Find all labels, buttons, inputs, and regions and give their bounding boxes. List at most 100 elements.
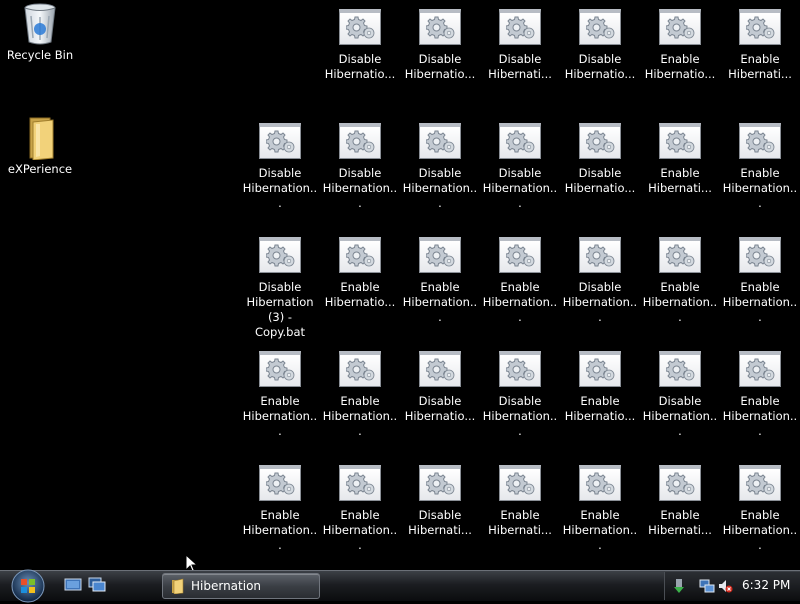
batch-file-shortcut[interactable]: Enable Hibernation... bbox=[722, 234, 798, 342]
batch-file-label: Disable Hibernatio... bbox=[564, 166, 636, 195]
network-icon[interactable] bbox=[699, 578, 715, 594]
batch-file-shortcut[interactable]: Enable Hibernation... bbox=[322, 348, 398, 456]
batch-file-icon bbox=[256, 348, 304, 388]
batch-file-icon bbox=[416, 120, 464, 160]
batch-file-icon bbox=[656, 234, 704, 274]
batch-file-icon bbox=[736, 120, 784, 160]
batch-file-icon bbox=[656, 348, 704, 388]
volume-muted-icon[interactable] bbox=[717, 578, 733, 594]
folder-icon bbox=[172, 578, 184, 594]
batch-file-icon bbox=[736, 348, 784, 388]
batch-file-shortcut[interactable]: Disable Hibernation... bbox=[562, 234, 638, 342]
batch-file-label: Enable Hibernation... bbox=[482, 280, 558, 324]
switch-windows-icon[interactable] bbox=[88, 577, 106, 593]
batch-file-icon bbox=[576, 6, 624, 46]
batch-file-shortcut[interactable]: Disable Hibernatio... bbox=[562, 120, 638, 228]
batch-file-shortcut[interactable]: Disable Hibernation... bbox=[242, 120, 318, 228]
batch-file-shortcut[interactable]: Disable Hibernati... bbox=[482, 6, 558, 114]
batch-file-label: Enable Hibernati... bbox=[488, 508, 552, 537]
batch-file-shortcut[interactable]: Enable Hibernatio... bbox=[562, 348, 638, 456]
recycle-bin-icon bbox=[16, 2, 64, 45]
batch-file-shortcut[interactable]: Enable Hibernation... bbox=[322, 462, 398, 570]
batch-file-icon bbox=[656, 6, 704, 46]
batch-file-icon bbox=[576, 120, 624, 160]
batch-file-label: Disable Hibernatio... bbox=[404, 52, 476, 81]
batch-file-icon bbox=[336, 462, 384, 502]
batch-file-icon bbox=[496, 348, 544, 388]
batch-file-label: Enable Hibernation... bbox=[722, 394, 798, 438]
batch-file-shortcut[interactable]: Enable Hibernation... bbox=[242, 348, 318, 456]
batch-file-shortcut[interactable]: Enable Hibernation... bbox=[562, 462, 638, 570]
recycle-bin-label: Recycle Bin bbox=[6, 48, 74, 62]
batch-file-shortcut[interactable]: Enable Hibernation... bbox=[722, 348, 798, 456]
batch-file-icon bbox=[416, 234, 464, 274]
batch-file-label: Enable Hibernation... bbox=[642, 280, 718, 324]
batch-file-shortcut[interactable]: Enable Hibernatio... bbox=[322, 234, 398, 342]
taskbar-button-hibernation[interactable]: Hibernation bbox=[162, 573, 320, 599]
batch-file-shortcut[interactable]: Disable Hibernation... bbox=[482, 348, 558, 456]
batch-file-shortcut[interactable]: Disable Hibernation... bbox=[482, 120, 558, 228]
batch-file-label: Enable Hibernation... bbox=[562, 508, 638, 552]
batch-file-shortcut[interactable]: Enable Hibernation... bbox=[482, 234, 558, 342]
batch-file-shortcut[interactable]: Disable Hibernatio... bbox=[402, 348, 478, 456]
batch-file-shortcut[interactable]: Disable Hibernatio... bbox=[562, 6, 638, 114]
batch-file-icon bbox=[736, 234, 784, 274]
batch-file-shortcut[interactable]: Disable Hibernati... bbox=[402, 462, 478, 570]
recycle-bin-shortcut[interactable]: Recycle Bin bbox=[2, 2, 78, 110]
batch-file-icon bbox=[256, 234, 304, 274]
batch-file-icon bbox=[496, 234, 544, 274]
show-desktop-icon[interactable] bbox=[64, 577, 82, 593]
batch-file-label: Enable Hibernation... bbox=[402, 280, 478, 324]
experience-folder-shortcut[interactable]: eXPerience bbox=[2, 116, 78, 224]
batch-file-icon bbox=[496, 462, 544, 502]
batch-file-icon bbox=[416, 462, 464, 502]
batch-file-shortcut[interactable]: Disable Hibernation... bbox=[402, 120, 478, 228]
batch-file-shortcut[interactable]: Enable Hibernati... bbox=[722, 6, 798, 114]
batch-file-icon bbox=[416, 348, 464, 388]
batch-file-label: Enable Hibernation... bbox=[722, 508, 798, 552]
batch-file-shortcut[interactable]: Enable Hibernation... bbox=[722, 462, 798, 570]
batch-file-label: Enable Hibernati... bbox=[728, 52, 792, 81]
batch-file-shortcut[interactable]: Enable Hibernation... bbox=[402, 234, 478, 342]
batch-file-shortcut[interactable]: Enable Hibernati... bbox=[642, 462, 718, 570]
folder-icon bbox=[16, 116, 64, 161]
system-tray: 6:32 PM bbox=[664, 572, 800, 600]
batch-file-shortcut[interactable]: Disable Hibernatio... bbox=[402, 6, 478, 114]
batch-file-shortcut[interactable]: Enable Hibernation... bbox=[642, 234, 718, 342]
batch-file-icon bbox=[736, 462, 784, 502]
taskbar-button-label: Hibernation bbox=[191, 579, 262, 593]
batch-file-shortcut[interactable]: Disable Hibernation... bbox=[322, 120, 398, 228]
batch-file-shortcut[interactable]: Disable Hibernation... bbox=[642, 348, 718, 456]
batch-file-label: Enable Hibernatio... bbox=[644, 52, 716, 81]
batch-file-label: Enable Hibernation... bbox=[242, 508, 318, 552]
batch-file-icon bbox=[496, 120, 544, 160]
batch-file-label: Disable Hibernation... bbox=[482, 394, 558, 438]
batch-file-shortcut[interactable]: Disable Hibernatio... bbox=[322, 6, 398, 114]
batch-file-shortcut[interactable]: Disable Hibernation (3) - Copy.bat bbox=[242, 234, 318, 342]
batch-file-icon bbox=[336, 348, 384, 388]
batch-file-icon bbox=[336, 6, 384, 46]
batch-file-label: Enable Hibernation... bbox=[322, 394, 398, 438]
batch-file-icon bbox=[656, 120, 704, 160]
batch-file-shortcut[interactable]: Enable Hibernati... bbox=[482, 462, 558, 570]
batch-file-icon bbox=[416, 6, 464, 46]
batch-file-label: Disable Hibernation... bbox=[322, 166, 398, 210]
batch-file-icon bbox=[336, 120, 384, 160]
safely-remove-icon[interactable] bbox=[671, 578, 687, 594]
batch-file-label: Disable Hibernation... bbox=[562, 280, 638, 324]
batch-file-label: Enable Hibernation... bbox=[242, 394, 318, 438]
windows-orb-icon[interactable] bbox=[8, 568, 48, 604]
batch-file-icon bbox=[256, 462, 304, 502]
batch-file-shortcut[interactable]: Enable Hibernati... bbox=[642, 120, 718, 228]
batch-file-label: Enable Hibernatio... bbox=[564, 394, 636, 423]
batch-file-icon bbox=[576, 462, 624, 502]
batch-file-label: Enable Hibernation... bbox=[722, 280, 798, 324]
batch-file-label: Enable Hibernati... bbox=[648, 508, 712, 537]
batch-file-shortcut[interactable]: Enable Hibernation... bbox=[722, 120, 798, 228]
batch-file-label: Disable Hibernation... bbox=[642, 394, 718, 438]
batch-file-label: Disable Hibernati... bbox=[488, 52, 552, 81]
batch-file-shortcut[interactable]: Enable Hibernation... bbox=[242, 462, 318, 570]
batch-file-shortcut[interactable]: Enable Hibernatio... bbox=[642, 6, 718, 114]
clock[interactable]: 6:32 PM bbox=[742, 578, 790, 592]
batch-file-icon bbox=[576, 348, 624, 388]
